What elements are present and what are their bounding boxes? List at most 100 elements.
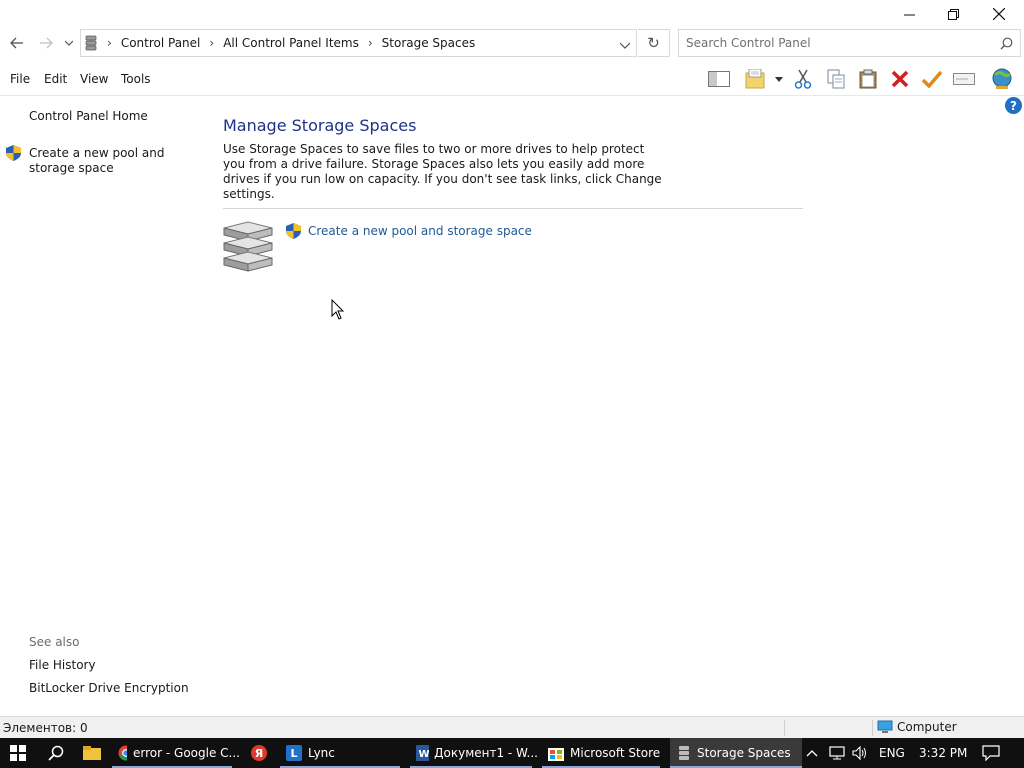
new-folder-dropdown[interactable] — [772, 67, 786, 91]
help-icon: ? — [1010, 98, 1017, 113]
paste-icon — [859, 69, 877, 89]
delete-x-icon — [891, 70, 909, 88]
arrow-right-icon — [40, 37, 53, 49]
control-panel-home-link[interactable]: Control Panel Home — [29, 109, 148, 124]
breadcrumb-separator: › — [209, 36, 215, 50]
breadcrumb-storage-spaces[interactable]: Storage Spaces — [382, 36, 476, 50]
cut-button[interactable] — [791, 67, 815, 91]
taskbar-app-label: Microsoft Store — [570, 746, 661, 760]
tray-overflow-button[interactable] — [806, 738, 818, 768]
chevron-up-icon — [806, 750, 818, 757]
restore-button[interactable] — [930, 0, 976, 28]
breadcrumb-separator: › — [107, 36, 112, 50]
refresh-icon: ↻ — [647, 34, 660, 52]
search-icon — [48, 745, 64, 761]
network-tray-button[interactable] — [829, 738, 845, 768]
status-bar: Элементов: 0 Computer — [0, 716, 1024, 738]
storage-pool-icon — [222, 220, 274, 277]
rename-button[interactable] — [952, 67, 976, 91]
checkmark-icon — [921, 70, 943, 88]
taskbar-app-label: Storage Spaces — [697, 746, 791, 760]
pane-layout-icon — [708, 71, 730, 87]
taskbar-app-chrome[interactable]: error - Google C... — [112, 738, 240, 768]
scissors-icon — [794, 69, 812, 89]
status-separator — [784, 720, 785, 736]
create-pool-link-sidebar[interactable]: Create a new pool and storage space — [29, 146, 205, 176]
menu-file[interactable]: File — [10, 72, 30, 86]
taskbar-app-lync[interactable]: L Lync — [280, 738, 406, 768]
status-separator — [872, 720, 873, 736]
menu-view[interactable]: View — [80, 72, 108, 86]
lync-icon: L — [286, 745, 302, 761]
mouse-cursor-icon — [331, 299, 345, 320]
see-also-label: See also — [29, 635, 80, 649]
network-icon — [829, 746, 845, 760]
back-button[interactable] — [7, 33, 27, 53]
taskbar-app-label: error - Google C... — [133, 746, 240, 760]
search-box[interactable] — [678, 29, 1021, 57]
create-pool-link[interactable]: Create a new pool and storage space — [308, 224, 532, 238]
menu-tools[interactable]: Tools — [121, 72, 151, 86]
chevron-down-icon — [65, 40, 73, 46]
menu-bar: File Edit View Tools — [0, 60, 1024, 96]
forward-button[interactable] — [36, 33, 56, 53]
computer-icon — [877, 720, 893, 733]
word-icon: W — [416, 745, 430, 761]
taskbar-app-store[interactable]: Microsoft Store — [542, 738, 666, 768]
search-taskbar-button[interactable] — [38, 738, 74, 768]
layout-button[interactable] — [707, 67, 731, 91]
uac-shield-icon — [286, 223, 301, 242]
storage-drive-icon — [85, 35, 97, 51]
language-label: ENG — [879, 746, 905, 760]
restore-icon — [947, 8, 959, 20]
refresh-button[interactable]: ↻ — [638, 29, 670, 57]
close-button[interactable] — [976, 0, 1022, 28]
notifications-button[interactable] — [982, 738, 1000, 768]
copy-button[interactable] — [824, 67, 848, 91]
store-icon — [548, 748, 564, 761]
file-history-link[interactable]: File History — [29, 658, 96, 673]
help-button[interactable]: ? — [1005, 97, 1022, 114]
uac-shield-icon — [6, 145, 21, 164]
folder-icon — [83, 746, 101, 760]
file-explorer-button[interactable] — [74, 738, 110, 768]
properties-button[interactable] — [920, 67, 944, 91]
clock[interactable]: 3:32 PM — [919, 738, 967, 768]
recent-locations-button[interactable] — [62, 33, 76, 53]
svg-text:L: L — [290, 747, 297, 760]
status-location: Computer — [877, 720, 957, 734]
minimize-button[interactable] — [886, 0, 932, 28]
start-button[interactable] — [0, 738, 36, 768]
menu-edit[interactable]: Edit — [44, 72, 67, 86]
taskbar-app-word[interactable]: W Документ1 - W... — [410, 738, 538, 768]
taskbar-app-yandex[interactable]: Я — [244, 738, 274, 768]
navigation-bar: › Control Panel › All Control Panel Item… — [0, 28, 1024, 58]
network-button[interactable] — [990, 67, 1014, 91]
folder-icon — [745, 69, 765, 89]
yandex-icon: Я — [251, 745, 267, 761]
paste-button[interactable] — [856, 67, 880, 91]
breadcrumb-all-items[interactable]: All Control Panel Items — [223, 36, 359, 50]
breadcrumb-separator: › — [367, 36, 373, 50]
new-folder-button[interactable] — [744, 67, 768, 91]
bitlocker-link[interactable]: BitLocker Drive Encryption — [29, 681, 189, 696]
divider — [223, 208, 803, 209]
svg-text:Я: Я — [255, 747, 263, 760]
left-pane: Control Panel Home Create a new pool and… — [0, 96, 212, 716]
address-bar[interactable]: › Control Panel › All Control Panel Item… — [80, 29, 637, 57]
search-input[interactable] — [679, 36, 979, 50]
arrow-left-icon — [10, 37, 23, 49]
breadcrumb-control-panel[interactable]: Control Panel — [121, 36, 201, 50]
chevron-down-icon — [619, 42, 631, 49]
taskbar-app-storage-spaces[interactable]: Storage Spaces — [670, 738, 802, 768]
taskbar-app-label: Документ1 - W... — [434, 746, 538, 760]
address-dropdown-button[interactable] — [619, 38, 631, 52]
copy-icon — [827, 69, 845, 89]
globe-icon — [992, 68, 1012, 89]
volume-tray-button[interactable] — [852, 738, 868, 768]
title-bar — [0, 0, 1024, 28]
location-label: Computer — [897, 720, 957, 734]
minimize-icon — [903, 14, 915, 15]
language-indicator[interactable]: ENG — [879, 738, 905, 768]
delete-button[interactable] — [888, 67, 912, 91]
